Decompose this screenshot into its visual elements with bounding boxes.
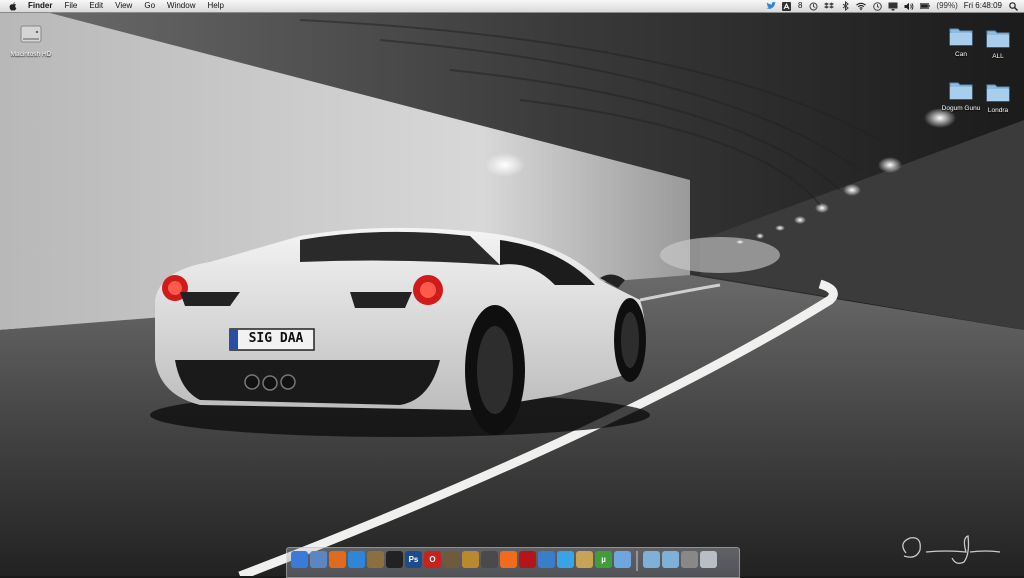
license-plate: SIG DAA xyxy=(248,331,304,346)
menu-help[interactable]: Help xyxy=(201,0,229,12)
safari-icon[interactable] xyxy=(348,551,365,568)
desktop-icon-label: Londra xyxy=(987,107,1009,114)
record-icon[interactable] xyxy=(519,551,536,568)
signature-watermark xyxy=(896,528,1006,573)
menu-view[interactable]: View xyxy=(109,0,138,12)
firefox-icon[interactable] xyxy=(329,551,346,568)
utorrent-icon[interactable]: µ xyxy=(595,551,612,568)
battery-icon[interactable] xyxy=(920,1,931,11)
archive-icon[interactable] xyxy=(576,551,593,568)
menu-window[interactable]: Window xyxy=(161,0,201,12)
dvd-player-icon[interactable] xyxy=(386,551,403,568)
battery-percentage: (99%) xyxy=(936,1,958,10)
menu-go[interactable]: Go xyxy=(138,0,161,12)
downloads-folder-icon[interactable] xyxy=(643,551,660,568)
desktop-wallpaper: SIG DAA xyxy=(0,0,1024,576)
menu-finder[interactable]: Finder xyxy=(22,0,58,12)
network-icon[interactable] xyxy=(681,551,698,568)
sync-icon[interactable] xyxy=(808,1,818,11)
apple-menu-icon[interactable] xyxy=(8,1,18,11)
hard-drive-icon xyxy=(8,22,54,49)
soundcloud-icon[interactable] xyxy=(500,551,517,568)
mail-icon[interactable] xyxy=(310,551,327,568)
desktop-icon-label: ALL xyxy=(992,53,1004,60)
opera-icon[interactable]: O xyxy=(424,551,441,568)
desktop-icon-all[interactable]: ALL xyxy=(975,28,1021,61)
twitter-bird-icon[interactable] xyxy=(765,1,776,11)
desktop-icon-londra[interactable]: Londra xyxy=(975,82,1021,115)
documents-folder-icon[interactable] xyxy=(662,551,679,568)
steam-icon[interactable] xyxy=(481,551,498,568)
notification-count: 8 xyxy=(797,1,803,10)
messages-icon[interactable] xyxy=(614,551,631,568)
trash-icon[interactable] xyxy=(700,551,717,568)
desktop-icon-label: Macintosh HD xyxy=(10,51,52,58)
volume-icon[interactable] xyxy=(904,1,914,11)
spotlight-search-icon[interactable] xyxy=(1008,1,1018,11)
dock: Ps Oµ xyxy=(286,547,740,578)
display-icon[interactable] xyxy=(888,1,898,11)
app-store-icon[interactable] xyxy=(538,551,555,568)
desktop-icon-macintosh-hd[interactable]: Macintosh HD xyxy=(8,22,54,59)
menu-bar: Finder File Edit View Go Window Help 8 (… xyxy=(0,0,1024,13)
guitar-icon[interactable] xyxy=(462,551,479,568)
wifi-icon[interactable] xyxy=(856,1,867,11)
menu-file[interactable]: File xyxy=(58,0,83,12)
twitter-icon[interactable] xyxy=(557,551,574,568)
dock-separator xyxy=(636,551,638,571)
clock[interactable]: Fri 6:48:09 xyxy=(964,0,1002,12)
folder-icon xyxy=(975,82,1021,105)
iphoto-icon[interactable] xyxy=(367,551,384,568)
bluetooth-icon[interactable] xyxy=(840,1,850,11)
finder-icon[interactable] xyxy=(291,551,308,568)
adobe-icon[interactable] xyxy=(782,1,792,11)
time-machine-icon[interactable] xyxy=(872,1,882,11)
photoshop-icon[interactable]: Ps xyxy=(405,551,422,568)
game-icon[interactable] xyxy=(443,551,460,568)
menu-edit[interactable]: Edit xyxy=(83,0,109,12)
folder-icon xyxy=(975,28,1021,51)
dropbox-icon[interactable] xyxy=(824,1,835,11)
